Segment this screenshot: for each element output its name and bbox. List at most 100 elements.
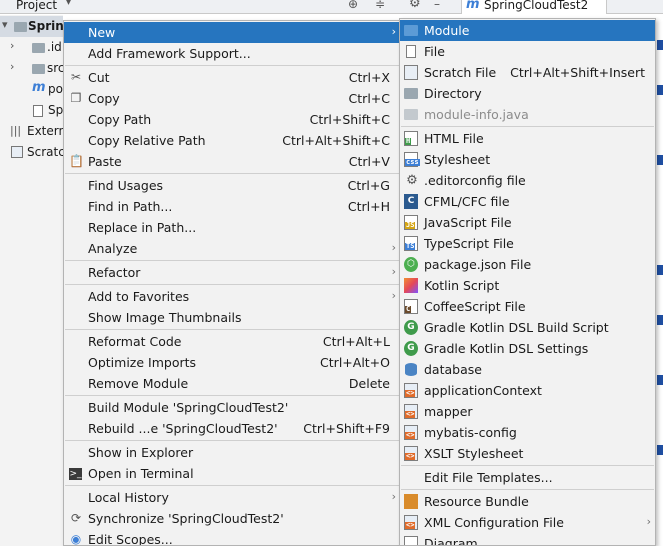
menu-separator — [65, 329, 399, 330]
chevron-right-icon: › — [646, 515, 651, 528]
menu-item-add-to-favorites[interactable]: Add to Favorites › — [64, 286, 400, 307]
tree-item-root[interactable]: ▾ Spring — [0, 16, 63, 37]
menu-item-label: Show Image Thumbnails — [88, 310, 242, 325]
menu-item-reformat-code[interactable]: Reformat Code Ctrl+Alt+L — [64, 331, 400, 352]
css-file-icon: css — [404, 152, 420, 167]
menu-separator — [65, 395, 399, 396]
menu-item-copy-path[interactable]: Copy Path Ctrl+Shift+C — [64, 109, 400, 130]
submenu-item-stylesheet[interactable]: css Stylesheet — [400, 149, 655, 170]
tree-item-src[interactable]: › src — [0, 58, 63, 79]
menu-item-label: Build Module 'SpringCloudTest2' — [88, 400, 289, 415]
menu-item-label: XML Configuration File — [424, 515, 564, 530]
menu-item-label: Remove Module — [88, 376, 189, 391]
submenu-item-xslt-stylesheet[interactable]: <> XSLT Stylesheet — [400, 443, 655, 464]
submenu-item-gradle-build-script[interactable]: G Gradle Kotlin DSL Build Script — [400, 317, 655, 338]
tree-item-pom[interactable]: m po — [0, 79, 63, 100]
menu-item-label: Copy — [88, 91, 120, 106]
menu-item-replace-in-path[interactable]: Replace in Path... — [64, 217, 400, 238]
submenu-item-html-file[interactable]: H HTML File — [400, 128, 655, 149]
menu-item-label: Synchronize 'SpringCloudTest2' — [88, 511, 284, 526]
chevron-down-icon[interactable]: ▾ — [2, 18, 8, 31]
menu-item-refactor[interactable]: Refactor › — [64, 262, 400, 283]
folder-icon — [14, 22, 27, 32]
submenu-item-xml-configuration-file[interactable]: <> XML Configuration File › — [400, 512, 655, 533]
submenu-item-resource-bundle[interactable]: Resource Bundle — [400, 491, 655, 512]
submenu-item-editorconfig[interactable]: ⚙ .editorconfig file — [400, 170, 655, 191]
library-icon: ||| — [10, 124, 22, 137]
copy-icon: ❐ — [70, 91, 82, 105]
project-view-title[interactable]: Project — [16, 0, 57, 12]
menu-item-optimize-imports[interactable]: Optimize Imports Ctrl+Alt+O — [64, 352, 400, 373]
menu-item-new[interactable]: New › — [64, 22, 400, 43]
chevron-right-icon: › — [391, 25, 396, 38]
menu-item-open-in-terminal[interactable]: >_ Open in Terminal — [64, 463, 400, 484]
menu-item-add-framework-support[interactable]: Add Framework Support... — [64, 43, 400, 64]
tree-item-external-libraries[interactable]: ||| Extern — [0, 121, 63, 142]
submenu-item-file[interactable]: File — [400, 41, 655, 62]
chevron-right-icon[interactable]: › — [10, 39, 14, 52]
menu-shortcut: Ctrl+X — [348, 70, 390, 85]
tree-item-scratches[interactable]: Scratc — [0, 142, 63, 163]
submenu-item-package-json[interactable]: ⬡ package.json File — [400, 254, 655, 275]
menu-separator — [401, 465, 654, 466]
menu-separator — [65, 260, 399, 261]
menu-shortcut: Ctrl+Alt+O — [320, 355, 390, 370]
menu-item-edit-scopes[interactable]: ◉ Edit Scopes... — [64, 529, 400, 546]
menu-item-local-history[interactable]: Local History › — [64, 487, 400, 508]
menu-item-paste[interactable]: 📋 Paste Ctrl+V — [64, 151, 400, 172]
chevron-right-icon: › — [391, 490, 396, 503]
submenu-item-application-context[interactable]: <> applicationContext — [400, 380, 655, 401]
menu-separator — [65, 440, 399, 441]
menu-item-rebuild-module[interactable]: Rebuild ...e 'SpringCloudTest2' Ctrl+Shi… — [64, 418, 400, 439]
collapse-icon[interactable]: ≑ — [375, 0, 385, 11]
tree-item-idea[interactable]: › .id — [0, 37, 63, 58]
locate-icon[interactable]: ⊕ — [348, 0, 358, 11]
tree-item-iml[interactable]: Sp — [0, 100, 63, 121]
submenu-item-javascript[interactable]: JS JavaScript File — [400, 212, 655, 233]
submenu-item-database[interactable]: database — [400, 359, 655, 380]
submenu-item-cfml[interactable]: C CFML/CFC file — [400, 191, 655, 212]
chevron-right-icon[interactable]: › — [10, 60, 14, 73]
submenu-item-module[interactable]: Module — [400, 20, 655, 41]
menu-item-show-image-thumbnails[interactable]: Show Image Thumbnails — [64, 307, 400, 328]
submenu-item-edit-file-templates[interactable]: Edit File Templates... — [400, 467, 655, 488]
menu-item-label: module-info.java — [424, 107, 529, 122]
menu-item-show-in-explorer[interactable]: Show in Explorer — [64, 442, 400, 463]
menu-item-find-in-path[interactable]: Find in Path... Ctrl+H — [64, 196, 400, 217]
editor-tab-label: SpringCloudTest2 — [484, 0, 589, 12]
submenu-item-scratch-file[interactable]: Scratch File Ctrl+Alt+Shift+Insert — [400, 62, 655, 83]
hide-icon[interactable]: – — [434, 0, 440, 11]
menu-separator — [65, 284, 399, 285]
menu-item-synchronize[interactable]: ⟳ Synchronize 'SpringCloudTest2' — [64, 508, 400, 529]
editorconfig-icon: ⚙ — [406, 173, 418, 188]
editor-area[interactable] — [656, 15, 663, 546]
submenu-item-mybatis-config[interactable]: <> mybatis-config — [400, 422, 655, 443]
menu-item-analyze[interactable]: Analyze › — [64, 238, 400, 259]
submenu-item-typescript[interactable]: TS TypeScript File — [400, 233, 655, 254]
menu-item-remove-module[interactable]: Remove Module Delete — [64, 373, 400, 394]
menu-item-find-usages[interactable]: Find Usages Ctrl+G — [64, 175, 400, 196]
menu-item-label: Diagram — [424, 536, 478, 546]
menu-item-build-module[interactable]: Build Module 'SpringCloudTest2' — [64, 397, 400, 418]
diagram-icon — [404, 536, 418, 545]
menu-item-cut[interactable]: ✂ Cut Ctrl+X — [64, 67, 400, 88]
submenu-item-directory[interactable]: Directory — [400, 83, 655, 104]
chevron-down-icon[interactable]: ▾ — [66, 0, 71, 8]
xml-icon: <> — [404, 404, 418, 419]
menu-item-label: CoffeeScript File — [424, 299, 526, 314]
submenu-item-diagram[interactable]: Diagram — [400, 533, 655, 546]
menu-item-label: Show in Explorer — [88, 445, 194, 460]
xml-config-icon: <> — [404, 515, 418, 530]
menu-item-copy-relative-path[interactable]: Copy Relative Path Ctrl+Alt+Shift+C — [64, 130, 400, 151]
menu-item-label: Reformat Code — [88, 334, 182, 349]
submenu-item-coffeescript[interactable]: C CoffeeScript File — [400, 296, 655, 317]
scope-icon: ◉ — [70, 532, 82, 546]
gear-icon[interactable]: ⚙ — [409, 0, 421, 11]
editor-tab[interactable]: m SpringCloudTest2 — [461, 0, 607, 14]
menu-item-copy[interactable]: ❐ Copy Ctrl+C — [64, 88, 400, 109]
submenu-item-kotlin-script[interactable]: Kotlin Script — [400, 275, 655, 296]
menu-shortcut: Ctrl+C — [348, 91, 390, 106]
menu-shortcut: Delete — [348, 376, 390, 391]
submenu-item-gradle-settings[interactable]: G Gradle Kotlin DSL Settings — [400, 338, 655, 359]
submenu-item-mapper[interactable]: <> mapper — [400, 401, 655, 422]
